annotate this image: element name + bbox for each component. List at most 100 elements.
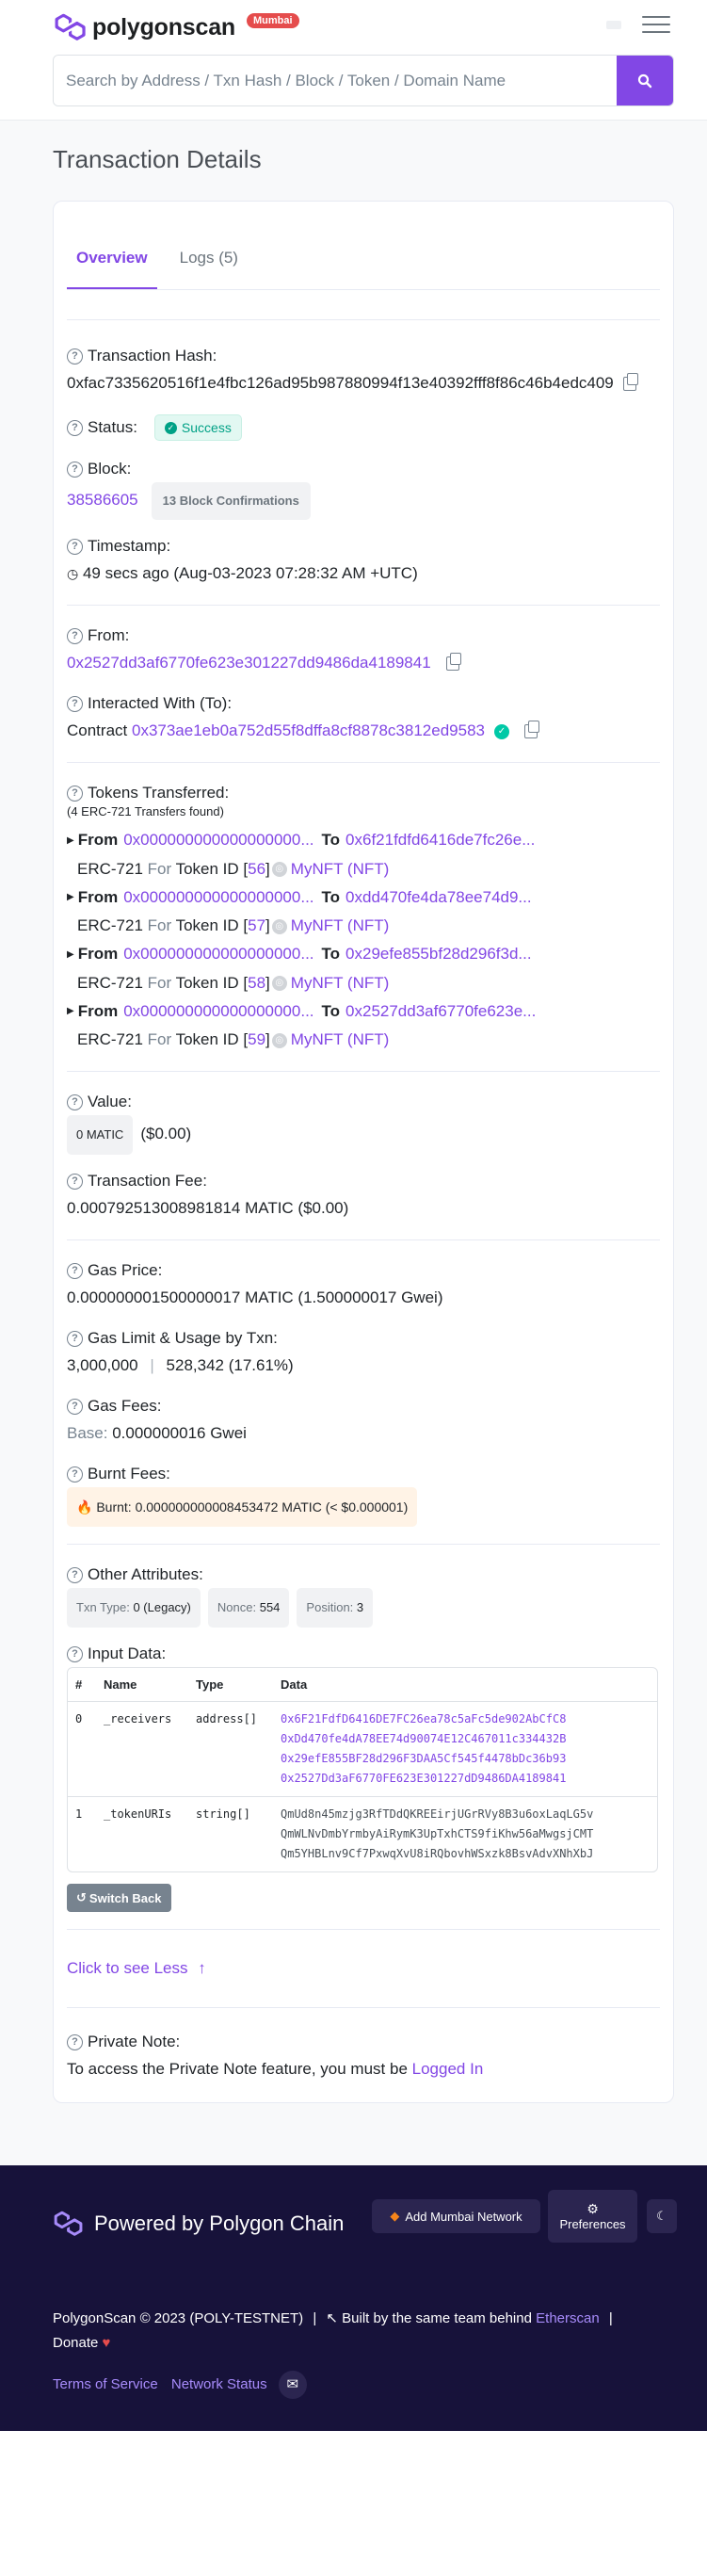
see-less-link[interactable]: Click to see Less ↑: [67, 1959, 206, 1977]
position-key: Position:: [306, 1600, 354, 1615]
nft-link[interactable]: MyNFT (NFT): [291, 916, 390, 934]
transfer-detail: ERC-721 For Token ID [58] ◎ MyNFT (NFT): [67, 969, 660, 997]
help-icon[interactable]: ?: [67, 538, 83, 555]
timestamp-label: Timestamp:: [88, 537, 171, 555]
footer-credits: PolygonScan © 2023 (POLY-TESTNET) | ↖ Bu…: [53, 2307, 619, 2331]
page-content: Transaction Details Overview Logs (5) ? T…: [0, 121, 707, 2166]
preferences-button[interactable]: ⚙ Preferences: [548, 2190, 637, 2244]
transfer-to-link[interactable]: 0x29efe855bf28d296f3d...: [345, 945, 532, 963]
help-icon[interactable]: ?: [67, 2033, 83, 2050]
footer-links: Terms of Service Network Status ✉: [53, 2371, 307, 2400]
brand-logo-link[interactable]: polygonscan Mumbai: [53, 13, 299, 41]
token-id-link[interactable]: 56: [248, 860, 265, 878]
nft-link[interactable]: MyNFT (NFT): [291, 1030, 390, 1048]
help-icon[interactable]: ?: [67, 1173, 83, 1190]
footer: Powered by Polygon Chain ◆ Add Mumbai Net…: [0, 2165, 707, 2432]
help-icon[interactable]: ?: [67, 627, 83, 644]
section-tokens: ? Tokens Transferred: (4 ERC-721 Transfer…: [67, 763, 660, 1073]
transfer-to-link[interactable]: 0x6f21fdfd6416de7fc26e...: [345, 831, 535, 849]
row-index: 1: [75, 1807, 83, 1822]
row-gas-fees: ? Gas Fees: Base: 0.000000016 Gwei: [67, 1397, 660, 1448]
token-id-text: Token ID [: [175, 859, 249, 878]
help-icon[interactable]: ?: [67, 419, 83, 436]
row-timestamp: ? Timestamp: ◷ 49 secs ago (Aug-03-2023 0…: [67, 537, 660, 588]
contract-prefix: Contract: [67, 721, 128, 739]
help-icon[interactable]: ?: [67, 695, 83, 712]
transfer-detail: ERC-721 For Token ID [57] ◎ MyNFT (NFT): [67, 912, 660, 940]
token-id-link[interactable]: 59: [248, 1030, 265, 1048]
token-id-link[interactable]: 57: [248, 916, 265, 934]
help-icon[interactable]: ?: [67, 785, 83, 802]
search-button[interactable]: [617, 56, 673, 105]
caret-right-icon: ▶: [67, 834, 74, 846]
token-id-text: Token ID [: [175, 973, 249, 992]
help-icon[interactable]: ?: [67, 1094, 83, 1110]
help-icon[interactable]: ?: [67, 1566, 83, 1583]
gas-price-label: Gas Price:: [88, 1261, 163, 1280]
transfer-from-link[interactable]: 0x000000000000000000...: [123, 831, 313, 849]
help-icon[interactable]: ?: [67, 1262, 83, 1279]
login-link[interactable]: Logged In: [412, 2060, 484, 2078]
mail-icon[interactable]: ✉: [278, 2371, 307, 2400]
token-standard: ERC-721: [77, 973, 143, 992]
divider: [67, 290, 660, 320]
from-address-link[interactable]: 0x2527dd3af6770fe623e301227dd9486da41898…: [67, 654, 431, 672]
address-link[interactable]: 0x2527Dd3aF6770FE623E301227dD9486DA41898…: [281, 1769, 650, 1789]
block-link[interactable]: 38586605: [67, 491, 138, 509]
menu-hamburger-icon[interactable]: [642, 16, 670, 39]
for-word: For: [147, 916, 172, 935]
tokens-label: Tokens Transferred:: [88, 784, 230, 802]
to-address-link[interactable]: 0x373ae1eb0a752d55f8dffa8cf8878c3812ed95…: [132, 721, 485, 739]
terms-link[interactable]: Terms of Service: [53, 2376, 158, 2392]
copy-icon[interactable]: [445, 653, 461, 672]
brand-name: polygonscan: [92, 13, 235, 41]
for-word: For: [147, 1030, 172, 1049]
nft-link[interactable]: MyNFT (NFT): [291, 860, 390, 878]
transfer-from-link[interactable]: 0x000000000000000000...: [123, 888, 313, 906]
add-network-button[interactable]: ◆ Add Mumbai Network: [372, 2199, 540, 2234]
help-icon[interactable]: ?: [67, 348, 83, 365]
footer-donate: Donate ♥: [53, 2331, 110, 2356]
row-fee: ? Transaction Fee: 0.000792513008981814 M…: [67, 1172, 660, 1223]
dark-mode-button[interactable]: ☾: [647, 2199, 677, 2234]
tab-logs[interactable]: Logs (5): [170, 249, 248, 289]
transfer-detail: ERC-721 For Token ID [59] ◎ MyNFT (NFT): [67, 1026, 660, 1054]
input-data-table[interactable]: # Name Type Data 0 _receivers address[]: [67, 1667, 658, 1873]
copy-icon[interactable]: [622, 373, 638, 392]
address-link[interactable]: 0x6F21FdfD6416DE7FC26ea78c5aFc5de902AbCf…: [281, 1709, 650, 1729]
transfer-row: ▶ From 0x000000000000000000... To 0x29efe855…: [67, 940, 660, 969]
value-label: Value:: [88, 1093, 132, 1111]
network-status-link[interactable]: Network Status: [171, 2376, 267, 2392]
address-link[interactable]: 0xDd470fe4dA78EE74d90074E12C467011c33443…: [281, 1729, 650, 1749]
tab-overview[interactable]: Overview: [67, 249, 157, 289]
help-icon[interactable]: ?: [67, 1466, 83, 1482]
help-icon[interactable]: ?: [67, 1398, 83, 1415]
flame-icon: 🔥: [76, 1499, 93, 1515]
for-word: For: [147, 973, 172, 992]
transfer-to-link[interactable]: 0xdd470fe4da78ee74d9...: [345, 888, 532, 906]
address-link[interactable]: 0x29efE855BF28d296F3DAA5Cf545f4478bDc36b…: [281, 1749, 650, 1769]
transfer-detail: ERC-721 For Token ID [56] ◎ MyNFT (NFT): [67, 855, 660, 883]
transfer-from-link[interactable]: 0x000000000000000000...: [123, 1002, 313, 1020]
row-block: ? Block: 38586605 13 Block Confirmations: [67, 460, 660, 520]
row-index: 0: [68, 1701, 96, 1798]
polygon-logo-icon: [54, 2211, 83, 2236]
help-icon[interactable]: ?: [67, 461, 83, 478]
nft-link[interactable]: MyNFT (NFT): [291, 974, 390, 992]
verified-check-icon: ✓: [493, 723, 509, 739]
copy-icon[interactable]: [523, 721, 539, 739]
help-icon[interactable]: ?: [67, 1645, 83, 1662]
token-id-link[interactable]: 58: [248, 974, 265, 992]
etherscan-link[interactable]: Etherscan: [536, 2310, 600, 2326]
uri-value: QmWLNvDmbYrmbyAiRymK3UpTxhCTS9fiKhw56aMw…: [281, 1827, 594, 1841]
switch-back-button[interactable]: ↺ Switch Back: [67, 1884, 171, 1913]
donate-link[interactable]: Donate: [53, 2335, 98, 2351]
transfer-to-link[interactable]: 0x2527dd3af6770fe623e...: [345, 1002, 536, 1020]
from-label: From:: [88, 626, 130, 644]
help-icon[interactable]: ?: [67, 1330, 83, 1347]
tab-bar: Overview Logs (5): [67, 202, 660, 290]
search-input[interactable]: [54, 56, 617, 105]
transfer-from-link[interactable]: 0x000000000000000000...: [123, 945, 313, 963]
token-id-close: ]: [265, 859, 270, 878]
transfer-row: ▶ From 0x000000000000000000... To 0xdd470fe4…: [67, 883, 660, 913]
